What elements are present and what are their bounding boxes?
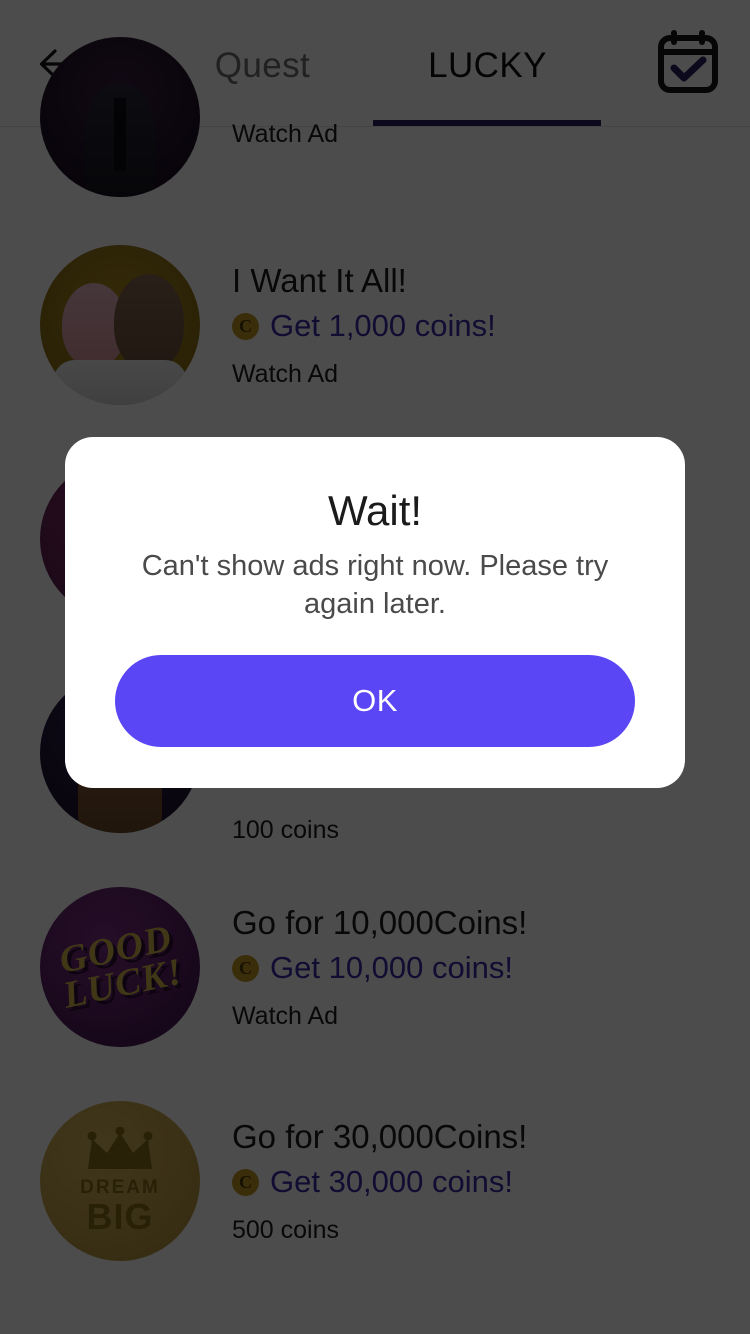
ok-button[interactable]: OK [115, 655, 635, 747]
app-screen: Quest LUCKY [0, 0, 750, 1334]
ads-unavailable-dialog: Wait! Can't show ads right now. Please t… [65, 437, 685, 788]
dialog-title: Wait! [327, 487, 423, 534]
dialog-message: Can't show ads right now. Please try aga… [141, 550, 609, 620]
